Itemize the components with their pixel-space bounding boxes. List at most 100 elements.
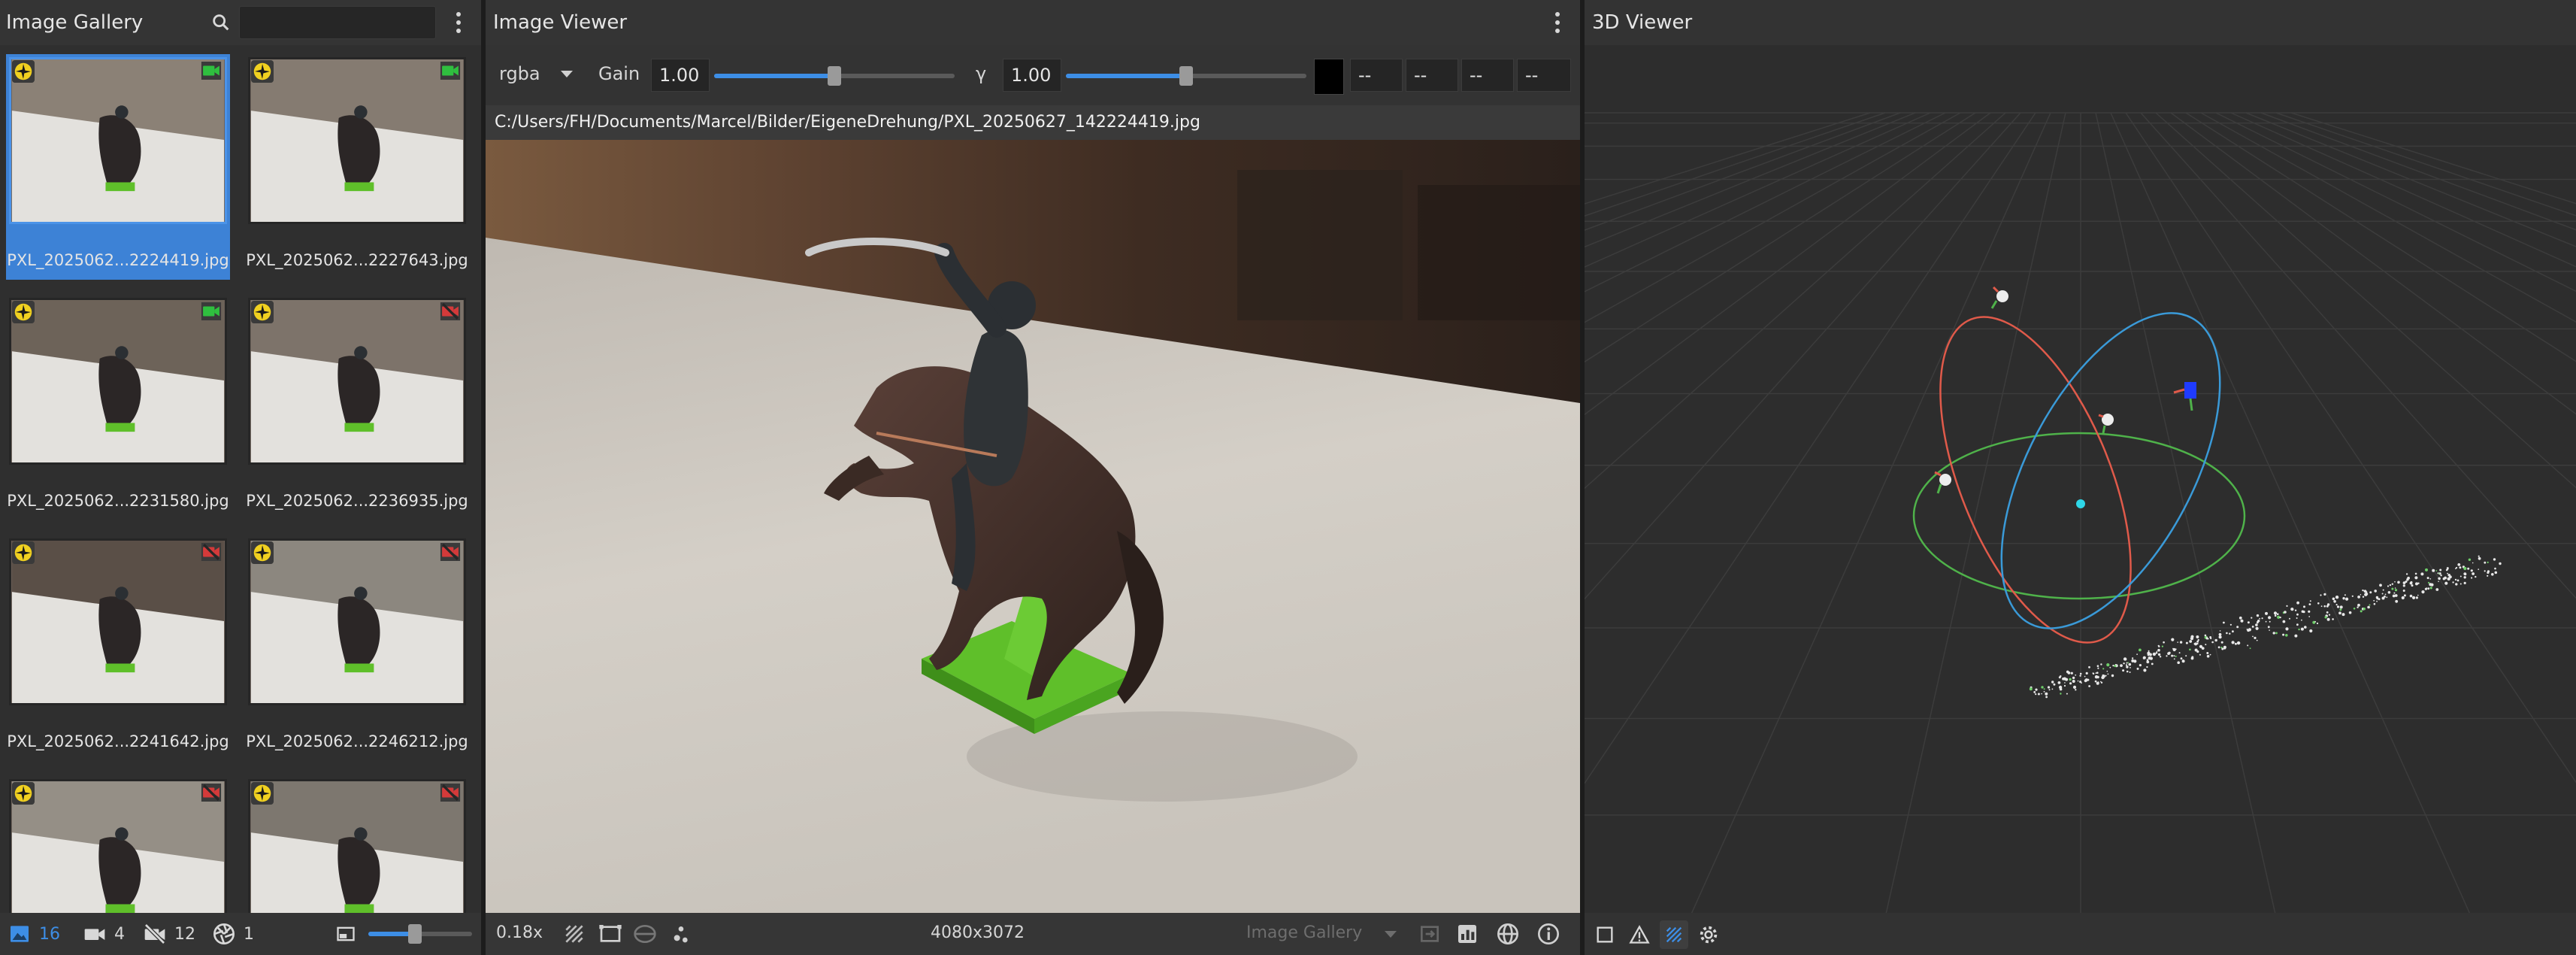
- point-cloud: [2029, 555, 2502, 699]
- slider-handle[interactable]: [408, 924, 422, 944]
- feature-points-icon[interactable]: [669, 922, 693, 946]
- gamma-input[interactable]: 1.00: [1003, 59, 1061, 92]
- info-icon[interactable]: [1536, 922, 1560, 946]
- camera-missing-icon: [201, 784, 222, 802]
- pixel-color-swatch: [1314, 59, 1344, 95]
- thumbnail-grid[interactable]: PXL_2025062...2224419.jpg PXL_2025062...2…: [0, 54, 481, 913]
- gallery-thumbnail[interactable]: [6, 776, 230, 913]
- gallery-thumbnail[interactable]: PXL_2025062...2231580.jpg: [6, 295, 230, 520]
- square-icon: [1597, 926, 1613, 943]
- viewer3d-header: 3D Viewer: [1585, 0, 2576, 45]
- gallery-thumbnail[interactable]: [245, 776, 469, 913]
- viewer3d-title: 3D Viewer: [1592, 11, 1693, 34]
- source-select[interactable]: Image Gallery: [1246, 923, 1362, 942]
- image-canvas[interactable]: [486, 140, 1580, 913]
- gallery-thumbnail[interactable]: PXL_2025062...2241642.jpg: [6, 535, 230, 761]
- thumbnail-photo: [250, 59, 464, 222]
- channel-mode-select[interactable]: rgba: [499, 63, 540, 84]
- search-icon[interactable]: [210, 12, 232, 33]
- frame-icon[interactable]: [598, 922, 622, 946]
- gallery-footer: 16 4 12 1: [0, 913, 481, 955]
- video-camera-off-icon: [144, 923, 165, 944]
- camera-reconstructed-icon: [440, 62, 461, 80]
- display-cameras-button[interactable]: [1591, 920, 1619, 949]
- slider-fill: [714, 74, 834, 78]
- slider-handle[interactable]: [828, 66, 841, 86]
- export-icon[interactable]: [1418, 922, 1442, 946]
- image-gallery-panel: Image Gallery PXL_2025062...2224419.jpg P…: [0, 0, 481, 955]
- thumbnail-label: PXL_2025062...2231580.jpg: [7, 492, 229, 510]
- pixel-value-a: --: [1517, 59, 1571, 92]
- no-camera-count: 12: [174, 924, 195, 944]
- grid-toggle-button[interactable]: [1660, 920, 1688, 949]
- settings-button[interactable]: [1694, 920, 1723, 949]
- thumbnail-image: [9, 298, 227, 465]
- video-camera-icon: [84, 929, 105, 940]
- gallery-thumbnail[interactable]: PXL_2025062...2246212.jpg: [245, 535, 469, 761]
- grid-hatch-icon: [1666, 926, 1682, 943]
- cameras-count: 4: [114, 924, 125, 944]
- viewer-toolbar: rgba Gain 1.00 γ 1.00 -- -- -- --: [486, 45, 1580, 105]
- intrinsics-badge-icon: [12, 782, 35, 805]
- thumbnail-photo: [11, 59, 225, 222]
- thumbnail-image: [9, 538, 227, 705]
- globe-icon[interactable]: [1496, 922, 1520, 946]
- viewer-menu-icon[interactable]: [1545, 11, 1570, 35]
- intrinsics-filter-button[interactable]: 1: [212, 922, 254, 946]
- gallery-header: Image Gallery: [0, 0, 481, 45]
- thumbnail-label: PXL_2025062...2224419.jpg: [7, 251, 229, 269]
- chevron-down-icon[interactable]: [561, 71, 573, 77]
- thumbnail-label: PXL_2025062...2236935.jpg: [246, 492, 468, 510]
- gain-input[interactable]: 1.00: [651, 59, 710, 92]
- intrinsics-badge-icon: [12, 541, 35, 564]
- thumbnail-photo: [11, 541, 225, 703]
- pixel-value-g: --: [1406, 59, 1458, 92]
- thumbnail-label: PXL_2025062...2241642.jpg: [7, 732, 229, 750]
- histogram-icon[interactable]: [1455, 922, 1479, 946]
- gallery-search-input[interactable]: [239, 6, 436, 39]
- image-icon: [11, 926, 29, 942]
- thumbnail-image: [248, 57, 466, 224]
- thumbnail-image: [248, 779, 466, 913]
- intrinsics-badge-icon: [12, 60, 35, 83]
- ground-grid: [1585, 112, 2576, 913]
- gallery-thumbnail[interactable]: PXL_2025062...2236935.jpg: [245, 295, 469, 520]
- camera-marker-selected[interactable]: [2173, 382, 2196, 411]
- image-path-label: C:/Users/FH/Documents/Marcel/Bilder/Eige…: [486, 105, 1580, 140]
- intrinsics-badge-icon: [12, 301, 35, 323]
- chevron-down-icon[interactable]: [1385, 931, 1397, 938]
- intrinsics-count: 1: [244, 924, 254, 944]
- camera-marker[interactable]: [1990, 286, 2008, 309]
- gallery-thumbnail[interactable]: PXL_2025062...2224419.jpg: [6, 54, 230, 280]
- gain-slider[interactable]: [714, 66, 955, 86]
- thumbnail-photo: [11, 781, 225, 913]
- slider-handle[interactable]: [1179, 66, 1193, 86]
- gallery-menu-icon[interactable]: [446, 11, 471, 35]
- warning-button[interactable]: [1625, 920, 1654, 949]
- viewer-footer: 0.18x 4080x3072 Image Gallery: [486, 913, 1580, 955]
- hatched-overlay-icon[interactable]: [562, 922, 586, 946]
- gallery-thumbnail[interactable]: PXL_2025062...2227643.jpg: [245, 54, 469, 280]
- thumbnail-image: [248, 298, 466, 465]
- slider-fill: [1066, 74, 1186, 78]
- camera-marker[interactable]: [1934, 471, 1951, 494]
- aperture-icon: [213, 923, 235, 944]
- pixel-value-b: --: [1461, 59, 1514, 92]
- images-count: 16: [39, 924, 60, 944]
- thumbnail-photo: [250, 541, 464, 703]
- camera-marker[interactable]: [2098, 414, 2114, 434]
- thumbnail-photo: [250, 300, 464, 462]
- gamma-slider[interactable]: [1066, 66, 1306, 86]
- no-camera-filter-button[interactable]: 12: [143, 922, 195, 946]
- camera-missing-icon: [201, 543, 222, 561]
- intrinsics-badge-icon: [251, 60, 274, 83]
- trackball-gizmo[interactable]: [1901, 279, 2265, 668]
- 3d-scene-canvas[interactable]: [1585, 45, 2576, 913]
- 3d-scene: [1585, 112, 2576, 913]
- viewer-title: Image Viewer: [493, 11, 628, 34]
- thumbnail-size-slider[interactable]: [368, 924, 472, 944]
- cameras-filter-button[interactable]: 4: [83, 922, 125, 946]
- thumbnail-label: PXL_2025062...2227643.jpg: [246, 251, 468, 269]
- images-filter-button[interactable]: 16: [8, 922, 60, 946]
- panorama-sphere-icon[interactable]: [633, 922, 657, 946]
